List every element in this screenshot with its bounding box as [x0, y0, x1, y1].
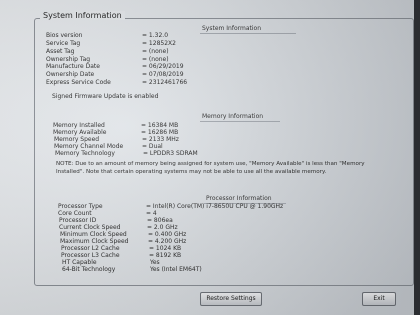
row-label: Express Service Code [46, 79, 111, 86]
row-value: = 06/29/2019 [142, 63, 184, 70]
row-value: = 16384 MB [141, 122, 179, 129]
row-value: = 16286 MB [141, 129, 179, 136]
memory-note: NOTE: Due to an amount of memory being a… [56, 161, 365, 175]
row-label: Service Tag [46, 40, 81, 47]
row-value: = Dual [142, 143, 163, 150]
row-value: = 4 [146, 210, 157, 217]
signed-firmware-status: Signed Firmware Update is enabled [52, 93, 159, 100]
info-row: Asset Tag = (none) [46, 48, 246, 56]
page-title: System Information [40, 11, 125, 20]
row-value: Yes (Intel EM64T) [150, 266, 202, 273]
row-label: Ownership Tag [46, 56, 91, 63]
row-label: Asset Tag [46, 48, 75, 55]
info-row: 64-Bit Technology Yes (Intel EM64T) [62, 266, 362, 274]
row-value: = 07/08/2019 [142, 71, 184, 78]
row-label: Memory Available [53, 129, 107, 136]
row-value: = 2.0 GHz [147, 224, 178, 231]
row-label: Minimum Clock Speed [60, 231, 127, 238]
system-section-title: System Information [202, 25, 262, 32]
row-value: = 1024 KB [149, 245, 182, 252]
info-row: Bios version = 1.32.0 [46, 32, 246, 40]
row-label: Core Count [58, 210, 92, 217]
row-value: = 2133 MHz [142, 136, 179, 143]
row-value: = 4.200 GHz [148, 238, 187, 245]
row-value: = 806ea [147, 217, 173, 224]
row-label: Memory Technology [55, 150, 115, 157]
exit-button[interactable]: Exit [362, 292, 396, 306]
row-value: = 12852X2 [142, 40, 176, 47]
row-value: = 8192 KB [149, 252, 182, 259]
row-label: Processor Type [58, 203, 103, 210]
row-label: Memory Installed [53, 122, 105, 129]
row-value: = 0.400 GHz [148, 231, 187, 238]
row-label: HT Capable [62, 259, 97, 266]
row-value: = (none) [142, 56, 169, 63]
row-value: = LPDDR3 SDRAM [143, 150, 198, 157]
info-row: Manufacture Date = 06/29/2019 [46, 63, 246, 71]
bios-screen: System Information System Information Bi… [0, 0, 420, 315]
row-label: Memory Speed [54, 136, 100, 143]
row-label: Ownership Date [46, 71, 95, 78]
row-label: Processor ID [59, 217, 97, 224]
memory-section-title: Memory Information [202, 113, 264, 120]
row-label: Processor L2 Cache [61, 245, 120, 252]
row-label: 64-Bit Technology [62, 266, 116, 273]
info-row: Express Service Code = 2312461766 [46, 79, 246, 87]
row-label: Processor L3 Cache [61, 252, 120, 259]
monitor-bezel [414, 0, 420, 315]
row-value: = Intel(R) Core(TM) i7-8650U CPU @ 1.90G… [146, 203, 284, 210]
row-value: = 1.32.0 [142, 32, 169, 39]
row-label: Manufacture Date [46, 63, 100, 70]
info-row: Ownership Date = 07/08/2019 [46, 71, 246, 79]
restore-settings-button[interactable]: Restore Settings [200, 292, 262, 306]
row-label: Current Clock Speed [59, 224, 121, 231]
row-label: Memory Channel Mode [54, 143, 124, 150]
row-label: Bios version [46, 32, 83, 39]
row-value: Yes [150, 259, 160, 266]
info-row: Memory Technology = LPDDR3 SDRAM [55, 150, 255, 158]
row-value: = 2312461766 [142, 79, 188, 86]
info-row: Service Tag = 12852X2 [46, 40, 246, 48]
processor-section-title: Processor Information [206, 195, 272, 202]
row-label: Maximum Clock Speed [60, 238, 129, 245]
row-value: = (none) [142, 48, 169, 55]
